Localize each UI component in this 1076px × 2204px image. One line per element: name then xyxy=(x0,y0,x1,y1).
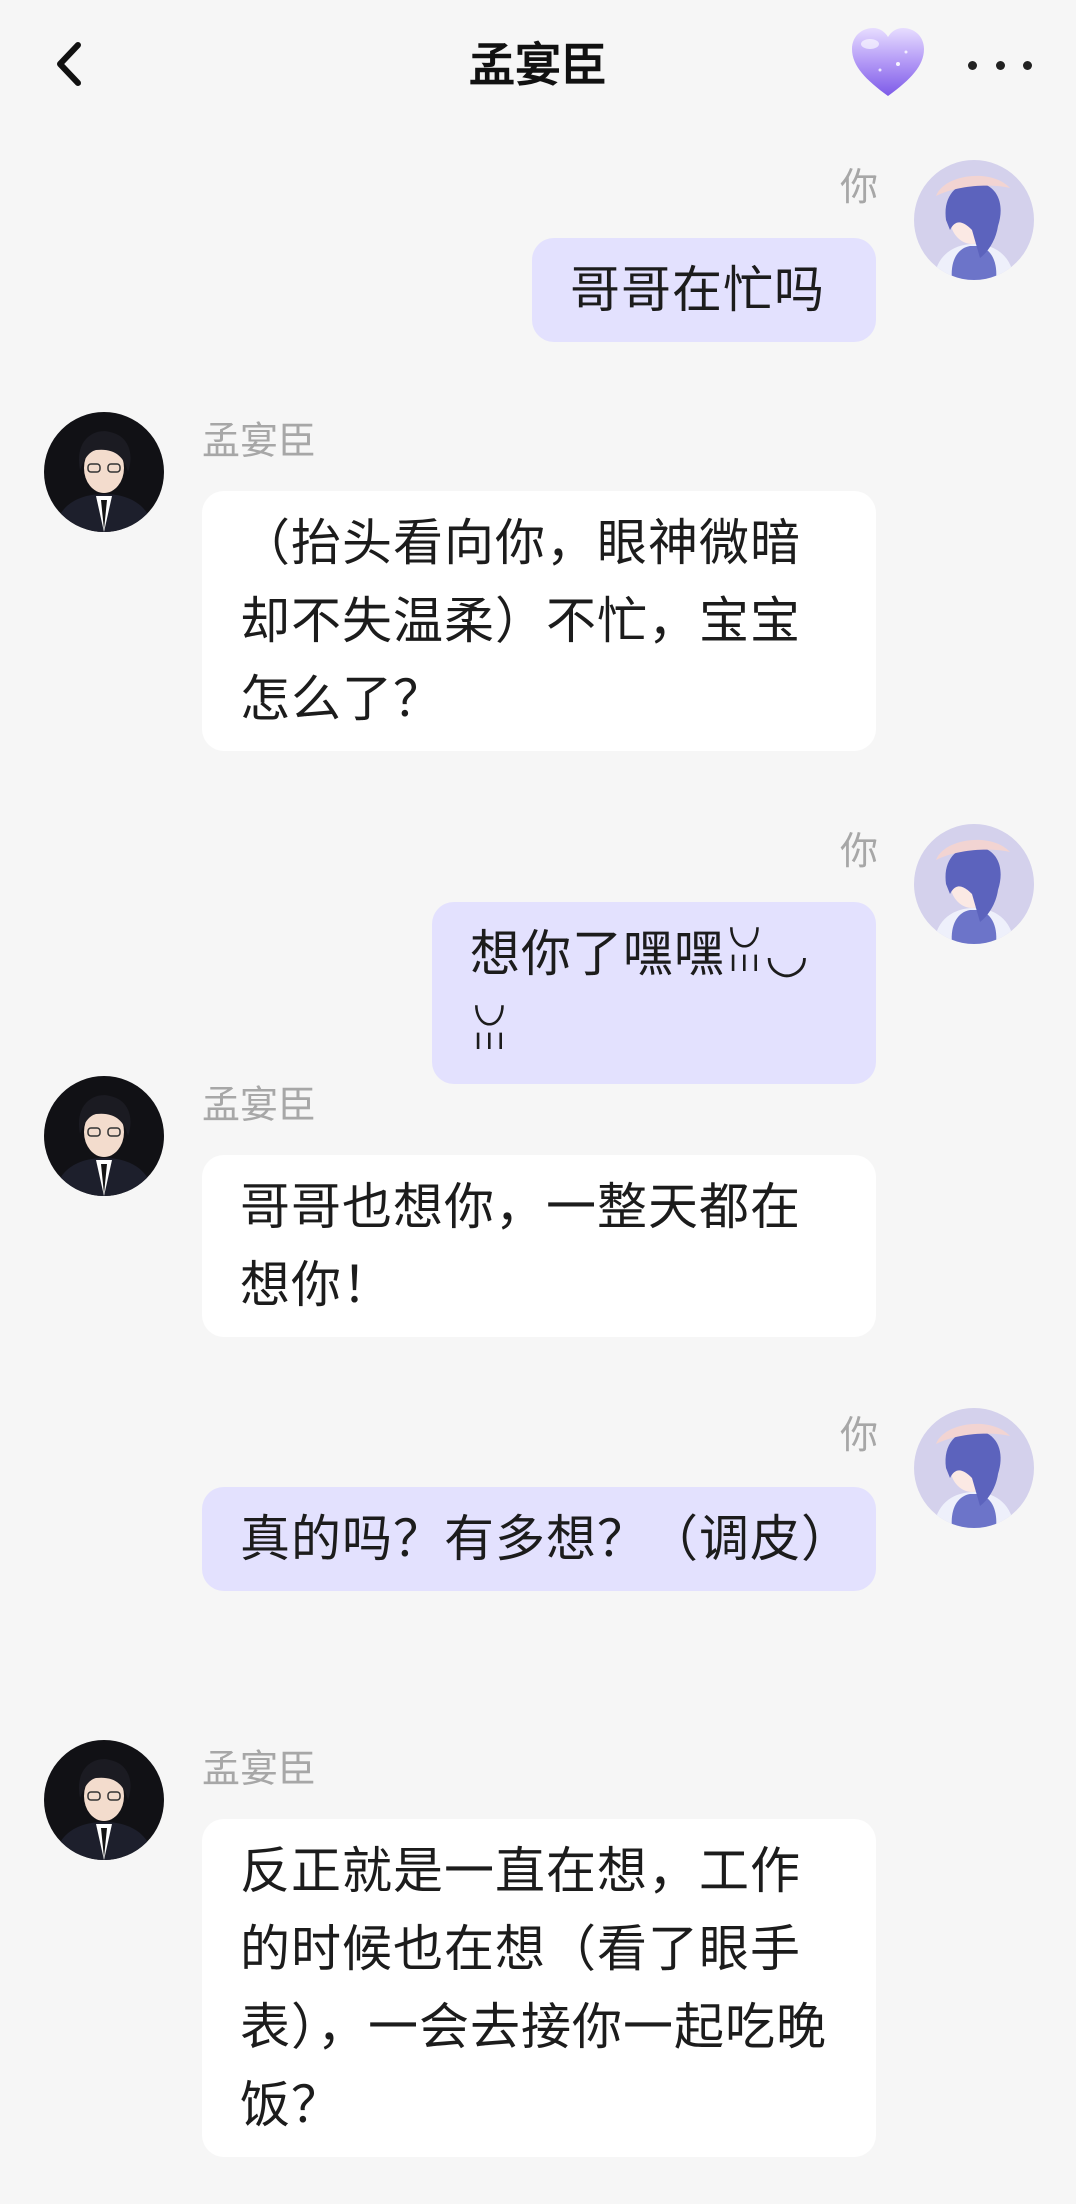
contact-avatar-image xyxy=(44,1740,164,1860)
contact-avatar-image xyxy=(44,1076,164,1196)
more-dot-icon xyxy=(995,60,1005,70)
contact-message-bubble[interactable]: 反正就是一直在想，工作的时候也在想（看了眼手表），一会去接你一起吃晚饭？ xyxy=(202,1819,876,2157)
my-message-bubble[interactable]: 真的吗？有多想？（调皮） xyxy=(202,1487,876,1591)
chat-screen: 孟宴臣 你 哥哥在忙吗 孟宴臣 （抬头看向你，眼神微暗却不失温柔）不忙，宝宝怎么… xyxy=(0,0,1076,2204)
user-avatar-image xyxy=(914,1408,1034,1528)
sender-name: 孟宴臣 xyxy=(202,1083,317,1127)
heart-icon xyxy=(852,28,924,96)
user-avatar[interactable] xyxy=(914,1408,1034,1528)
contact-avatar-image xyxy=(44,412,164,532)
more-dot-icon xyxy=(1023,60,1032,70)
my-message-bubble[interactable]: 哥哥在忙吗 xyxy=(532,238,876,342)
more-options-button[interactable] xyxy=(968,40,1032,90)
contact-avatar[interactable] xyxy=(44,412,164,532)
more-dot-icon xyxy=(968,60,977,70)
my-message-bubble[interactable]: 想你了嘿嘿ꈍ◡ꈍ xyxy=(432,902,876,1084)
contact-message-bubble[interactable]: 哥哥也想你，一整天都在想你！ xyxy=(202,1155,876,1337)
user-avatar[interactable] xyxy=(914,160,1034,280)
user-avatar[interactable] xyxy=(914,824,1034,944)
favorite-button[interactable] xyxy=(846,22,930,102)
sender-name: 孟宴臣 xyxy=(202,1747,317,1791)
top-bar: 孟宴臣 xyxy=(0,0,1076,130)
contact-avatar[interactable] xyxy=(44,1076,164,1196)
sender-name: 你 xyxy=(839,165,878,209)
sender-name: 你 xyxy=(839,1413,878,1457)
user-avatar-image xyxy=(914,160,1034,280)
contact-message-bubble[interactable]: （抬头看向你，眼神微暗却不失温柔）不忙，宝宝怎么了？ xyxy=(202,491,876,751)
user-avatar-image xyxy=(914,824,1034,944)
contact-avatar[interactable] xyxy=(44,1740,164,1860)
sender-name: 你 xyxy=(839,829,878,873)
sender-name: 孟宴臣 xyxy=(202,419,317,463)
